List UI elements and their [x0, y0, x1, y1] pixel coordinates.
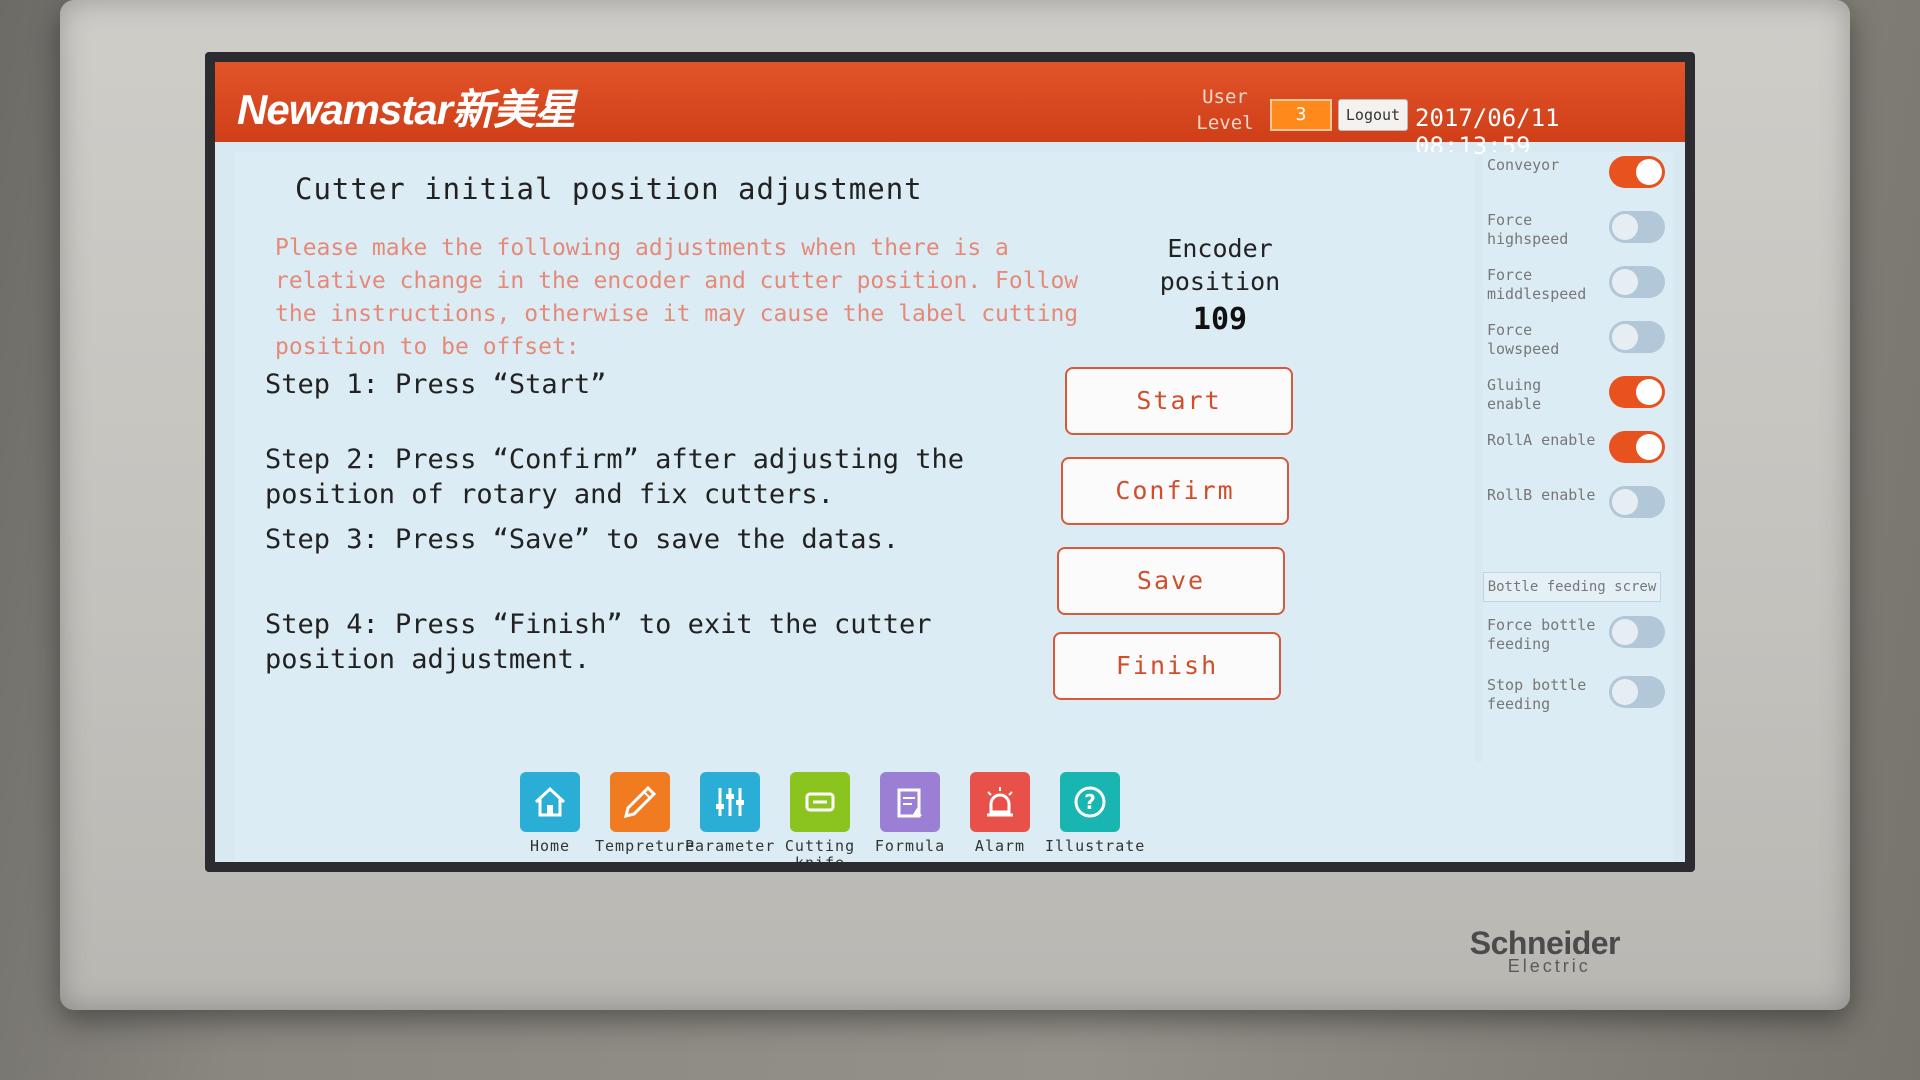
newamstar-logo: Newamstar新美星 [237, 86, 576, 133]
nav-parameter[interactable]: Parameter [685, 772, 775, 855]
side-panel: Conveyor Force highspeed Force middlespe… [1483, 152, 1673, 762]
nav-home[interactable]: Home [505, 772, 595, 855]
force-bottle-feeding-toggle-row: Force bottle feeding [1483, 612, 1673, 662]
nav-label: Alarm [974, 837, 1026, 855]
step-3-text: Step 3: Press “Save” to save the datas. [265, 524, 899, 555]
toggle-knob [1612, 214, 1638, 240]
toggle-label: Stop bottle feeding [1487, 676, 1587, 713]
clipboard-icon [880, 772, 940, 832]
toggle-knob [1612, 489, 1638, 515]
nav-label: Parameter [685, 837, 776, 855]
toggle-knob [1612, 269, 1638, 295]
save-button[interactable]: Save [1057, 547, 1285, 615]
toggle-label: Force lowspeed [1487, 321, 1560, 358]
toggle-label: Force middlespeed [1487, 266, 1587, 303]
toggle-label: Force bottle feeding [1487, 616, 1596, 653]
page-title: Cutter initial position adjustment [295, 172, 923, 206]
sliders-icon [700, 772, 760, 832]
nav-alarm[interactable]: Alarm [955, 772, 1045, 855]
nav-label: Tempreture [595, 837, 696, 855]
gluing-enable-toggle[interactable] [1609, 376, 1665, 408]
nav-label: Illustrate [1045, 837, 1146, 855]
logout-button[interactable]: Logout [1338, 99, 1408, 131]
gluing-enable-toggle-row: Gluing enable [1483, 372, 1673, 422]
encoder-position-value: 109 [1192, 302, 1248, 337]
force-lowspeed-toggle-row: Force lowspeed [1483, 317, 1673, 367]
toggle-knob [1636, 434, 1662, 460]
nav-label: Cutting knife [784, 837, 856, 863]
toggle-label: Gluing enable [1487, 376, 1542, 413]
user-level-value: 3 [1270, 99, 1332, 131]
rolla-enable-toggle-row: RollA enable [1483, 427, 1673, 477]
instructions-text: Please make the following adjustments wh… [275, 235, 1079, 360]
stop-bottle-feeding-toggle-row: Stop bottle feeding [1483, 672, 1673, 722]
rollb-enable-toggle[interactable] [1609, 486, 1665, 518]
step-4-text: Step 4: Press “Finish” to exit the cutte… [265, 609, 932, 675]
user-level-label: User Level [1196, 86, 1254, 134]
toggle-label: RollB enable [1487, 486, 1596, 504]
force-middlespeed-toggle[interactable] [1609, 266, 1665, 298]
force-bottle-feeding-toggle[interactable] [1609, 616, 1665, 648]
svg-text:?: ? [1084, 790, 1096, 814]
hmi-screen: Newamstar新美星 User Level 3 Logout 2017/06… [205, 52, 1695, 872]
nav-illustrate[interactable]: ? Illustrate [1045, 772, 1146, 855]
help-icon: ? [1060, 772, 1120, 832]
home-icon [520, 772, 580, 832]
thermometer-icon [610, 772, 670, 832]
force-highspeed-toggle-row: Force highspeed [1483, 207, 1673, 257]
alarm-icon [970, 772, 1030, 832]
force-highspeed-toggle[interactable] [1609, 211, 1665, 243]
nav-label: Formula [874, 837, 946, 855]
finish-button[interactable]: Finish [1053, 632, 1281, 700]
toggle-knob [1612, 324, 1638, 350]
start-button[interactable]: Start [1065, 367, 1293, 435]
step-2-text: Step 2: Press “Confirm” after adjusting … [265, 444, 964, 510]
force-middlespeed-toggle-row: Force middlespeed [1483, 262, 1673, 312]
toggle-knob [1612, 679, 1638, 705]
nav-formula[interactable]: Formula [865, 772, 955, 855]
toggle-knob [1636, 379, 1662, 405]
nav-cutting-knife[interactable]: Cutting knife [775, 772, 865, 862]
bottom-nav: Home Tempreture Parameter Cutting knife [235, 762, 1673, 862]
bottle-feeding-screw-title: Bottle feeding screw [1483, 572, 1661, 602]
rolla-enable-toggle[interactable] [1609, 431, 1665, 463]
display-area: Newamstar新美星 User Level 3 Logout 2017/06… [215, 62, 1685, 862]
conveyor-toggle[interactable] [1609, 156, 1665, 188]
confirm-button[interactable]: Confirm [1061, 457, 1289, 525]
step-1-text: Step 1: Press “Start” [265, 369, 607, 400]
force-lowspeed-toggle[interactable] [1609, 321, 1665, 353]
nav-tempreture[interactable]: Tempreture [595, 772, 696, 855]
knife-icon [790, 772, 850, 832]
schneider-logo: Schneider Electric [1470, 925, 1621, 977]
toggle-knob [1636, 159, 1662, 185]
encoder-position-label: Encoder position [1159, 234, 1281, 296]
rollb-enable-toggle-row: RollB enable [1483, 482, 1673, 532]
toggle-knob [1612, 619, 1638, 645]
conveyor-toggle-row: Conveyor [1483, 152, 1673, 202]
toggle-label: Force highspeed [1487, 211, 1569, 248]
stop-bottle-feeding-toggle[interactable] [1609, 676, 1665, 708]
main-panel: Cutter initial position adjustment Pleas… [235, 152, 1475, 762]
toggle-label: RollA enable [1487, 431, 1596, 449]
nav-label: Home [529, 837, 571, 855]
top-bar: Newamstar新美星 User Level 3 Logout 2017/06… [215, 62, 1685, 160]
toggle-label: Conveyor [1487, 156, 1560, 174]
